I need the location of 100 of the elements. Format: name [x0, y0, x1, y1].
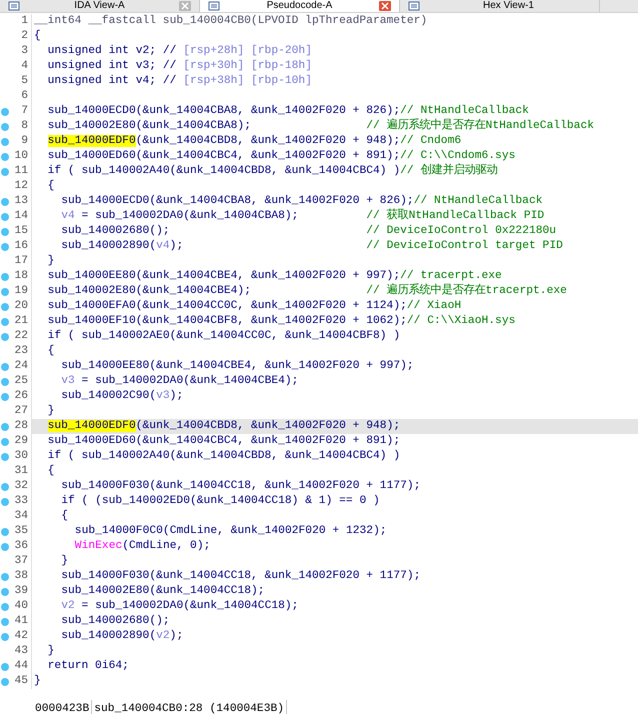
breakpoint-dot[interactable]: [1, 632, 9, 640]
breakpoint-dot[interactable]: [1, 602, 9, 610]
code-line: sub_140002890(v4); // DeviceIoControl target PID: [61, 240, 563, 252]
line-number: 31: [13, 464, 28, 479]
breakpoint-dot[interactable]: [1, 542, 9, 550]
line-number: 22: [13, 329, 28, 344]
line-number: 11: [13, 164, 28, 179]
breakpoint-dot[interactable]: [1, 482, 9, 490]
breakpoint-dot[interactable]: [1, 212, 9, 220]
breakpoint-dot[interactable]: [1, 392, 9, 400]
breakpoint-dot[interactable]: [1, 272, 9, 280]
code-line: }: [34, 675, 41, 687]
code-line: if ( sub_140002A40(&unk_14004CBD8, &unk_14004CBC4) ): [48, 450, 400, 462]
close-icon[interactable]: [379, 1, 391, 11]
breakpoint-dot[interactable]: [1, 108, 9, 116]
breakpoint-dot[interactable]: [1, 198, 9, 206]
line-number: 6: [20, 89, 28, 104]
breakpoint-dot[interactable]: [1, 168, 9, 176]
code-line: sub_14000EE80(&unk_14004CBE4, &unk_14002F020 + 997);// tracerpt.exe: [48, 270, 502, 282]
breakpoint-dot[interactable]: [1, 528, 9, 536]
code-line: sub_140002680(); // DeviceIoControl 0x222180u: [61, 225, 556, 237]
code-line: unsigned int v4; // [rsp+38h] [rbp-10h]: [48, 75, 312, 87]
code-line: sub_14000ECD0(&unk_14004CBA8, &unk_14002F020 + 826);// NtHandleCallback: [61, 195, 543, 207]
breakpoint-dot[interactable]: [1, 378, 9, 386]
code-line: sub_140002890(v2);: [61, 630, 184, 642]
breakpoint-dot[interactable]: [1, 452, 9, 460]
breakpoint-dot[interactable]: [1, 152, 9, 160]
code-line: }: [48, 405, 54, 417]
breakpoint-dot[interactable]: [1, 498, 9, 506]
breakpoint-dot[interactable]: [1, 422, 9, 430]
code-line: {: [34, 30, 41, 42]
line-number: 39: [13, 584, 28, 599]
code-line: sub_14000F030(&unk_14004CC18, &unk_14002F020 + 1177);: [61, 480, 420, 492]
code-line: if ( sub_140002A40(&unk_14004CBD8, &unk_14004CBC4) )// 创建并启动驱动: [48, 165, 498, 177]
breakpoint-dot[interactable]: [1, 572, 9, 580]
line-number: 33: [13, 494, 28, 509]
breakpoint-dot[interactable]: [1, 138, 9, 146]
breakpoint-dot[interactable]: [1, 662, 9, 670]
code-line: sub_14000ED60(&unk_14004CBC4, &unk_14002F020 + 891);// C:\\Cndom6.sys: [48, 150, 516, 162]
breakpoint-dot[interactable]: [1, 318, 9, 326]
line-number: 42: [13, 629, 28, 644]
line-number: 30: [13, 449, 28, 464]
line-number: 38: [13, 569, 28, 584]
line-number: 17: [13, 254, 28, 269]
line-number: 32: [13, 479, 28, 494]
line-number: 45: [13, 674, 28, 689]
line-number: 5: [20, 74, 28, 89]
code-line: sub_14000EDF0(&unk_14004CBD8, &unk_14002F020 + 948);// Cndom6: [48, 135, 462, 147]
line-number: 8: [20, 119, 28, 134]
code-line: {: [48, 465, 54, 477]
code-line: __int64 __fastcall sub_140004CB0(LPVOID lpThreadParameter): [34, 15, 428, 27]
code-line: v4 = sub_140002DA0(&unk_14004CBA8); // 获取NtHandleCallback PID: [61, 210, 544, 222]
breakpoint-dot[interactable]: [1, 438, 9, 446]
line-number: 21: [13, 314, 28, 329]
breakpoint-dot[interactable]: [1, 678, 9, 686]
breakpoint-dot[interactable]: [1, 228, 9, 236]
line-number: 37: [13, 554, 28, 569]
line-number: 24: [13, 359, 28, 374]
code-line: sub_140002E80(&unk_14004CBA8); // 遍历系统中是否存在NtHandleCallback: [48, 120, 594, 132]
code-line: sub_14000EFA0(&unk_14004CC0C, &unk_14002F020 + 1124);// XiaoH: [48, 300, 462, 312]
line-number: 9: [20, 134, 28, 149]
breakpoint-dot[interactable]: [1, 362, 9, 370]
line-number: 14: [13, 209, 28, 224]
line-number: 35: [13, 524, 28, 539]
breakpoint-dot[interactable]: [1, 588, 9, 596]
breakpoint-dot[interactable]: [1, 302, 9, 310]
file-offset: 0000423B: [33, 700, 92, 714]
line-number: 44: [13, 659, 28, 674]
line-number: 34: [13, 509, 28, 524]
breakpoint-dot[interactable]: [1, 618, 9, 626]
line-number: 4: [20, 59, 28, 74]
line-number: 40: [13, 599, 28, 614]
code-line: }: [48, 645, 54, 657]
line-number: 18: [13, 269, 28, 284]
editor-tab[interactable]: Pseudocode-A: [200, 0, 400, 12]
line-number: 2: [20, 29, 28, 44]
line-number: 26: [13, 389, 28, 404]
line-number: 19: [13, 284, 28, 299]
breakpoint-dot[interactable]: [1, 288, 9, 296]
close-icon[interactable]: [179, 1, 191, 11]
line-number: 43: [13, 644, 28, 659]
code-line: }: [61, 555, 68, 567]
line-number: 41: [13, 614, 28, 629]
breakpoint-dot[interactable]: [1, 242, 9, 250]
line-number: 20: [13, 299, 28, 314]
code-line: sub_14000ECD0(&unk_14004CBA8, &unk_14002F020 + 826);// NtHandleCallback: [48, 105, 529, 117]
code-line: sub_140002E80(&unk_14004CC18);: [61, 585, 265, 597]
code-line: sub_14000EE80(&unk_14004CBE4, &unk_14002F020 + 997);: [61, 360, 414, 372]
breakpoint-dot[interactable]: [1, 122, 9, 130]
line-number: 27: [13, 404, 28, 419]
breakpoint-dot[interactable]: [1, 332, 9, 340]
line-number: 13: [13, 194, 28, 209]
code-line: v3 = sub_140002DA0(&unk_14004CBE4);: [61, 375, 298, 387]
line-number: 28: [13, 419, 28, 434]
code-line: if ( (sub_140002ED0(&unk_14004CC18) & 1) == 0 ): [61, 495, 380, 507]
document-icon: [408, 1, 420, 11]
code-line: sub_140002C90(v3);: [61, 390, 184, 402]
code-line: WinExec(CmdLine, 0);: [74, 540, 210, 552]
code-line: unsigned int v2; // [rsp+28h] [rbp-20h]: [48, 45, 312, 57]
code-line: {: [48, 180, 54, 192]
